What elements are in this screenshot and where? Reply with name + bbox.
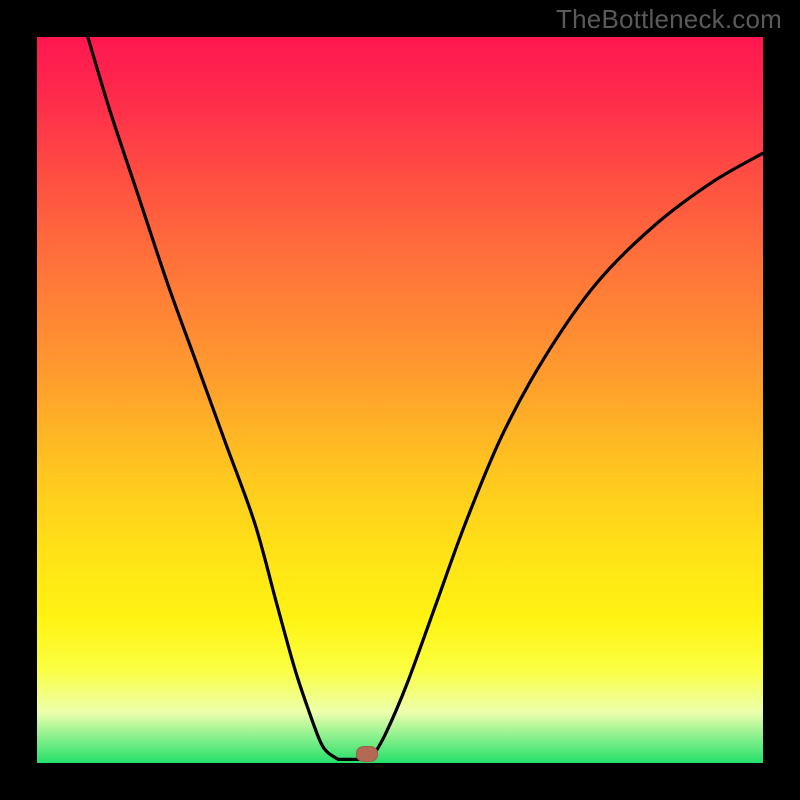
plot-area bbox=[37, 37, 763, 763]
watermark-text: TheBottleneck.com bbox=[556, 4, 782, 35]
curve-path bbox=[88, 37, 763, 759]
optimal-point-marker bbox=[356, 746, 378, 762]
chart-frame: TheBottleneck.com bbox=[0, 0, 800, 800]
bottleneck-curve bbox=[37, 37, 763, 763]
